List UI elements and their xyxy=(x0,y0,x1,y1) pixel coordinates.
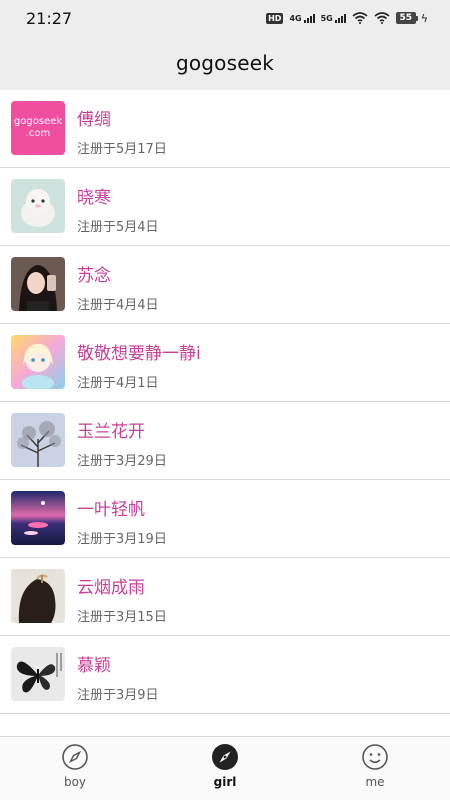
compass-outline-icon xyxy=(61,743,89,771)
user-name: 晓寒 xyxy=(77,188,111,208)
list-item[interactable]: 云烟成雨 注册于3月15日 xyxy=(0,558,450,636)
avatar-woman-back xyxy=(11,569,65,623)
app-header: gogoseek xyxy=(0,36,450,90)
user-name: 敬敬想要静一静i xyxy=(77,344,201,364)
page-title: gogoseek xyxy=(175,51,275,75)
registration-date: 注册于4月4日 xyxy=(77,298,159,313)
compass-filled-icon xyxy=(211,743,239,771)
tab-boy[interactable]: boy xyxy=(0,737,150,800)
list-item[interactable]: 玉兰花开 注册于3月29日 xyxy=(0,402,450,480)
tab-label: boy xyxy=(63,775,87,789)
registration-date: 注册于3月15日 xyxy=(77,610,167,625)
user-name: 傅绸 xyxy=(77,110,111,130)
smiley-icon xyxy=(361,743,389,771)
avatar-gogoseek-logo: gogoseek .com xyxy=(11,101,65,155)
list-item[interactable]: gogoseek .com 傅绸 注册于5月17日 xyxy=(0,90,450,168)
avatar-tree-sky xyxy=(11,413,65,467)
registration-date: 注册于5月4日 xyxy=(77,220,159,235)
user-name: 玉兰花开 xyxy=(77,422,145,442)
wifi-icon xyxy=(352,12,368,24)
avatar-girl-selfie xyxy=(11,257,65,311)
tab-label: girl xyxy=(213,775,237,789)
list-item[interactable]: 苏念 注册于4月4日 xyxy=(0,246,450,324)
user-name: 苏念 xyxy=(77,266,111,286)
avatar-plush-toy xyxy=(11,179,65,233)
tab-label: me xyxy=(365,775,385,789)
signal-4g-icon: 4G xyxy=(289,13,315,23)
user-name: 云烟成雨 xyxy=(77,578,145,598)
status-time: 21:27 xyxy=(26,8,73,28)
tab-girl[interactable]: girl xyxy=(150,737,300,800)
registration-date: 注册于5月17日 xyxy=(77,142,167,157)
registration-date: 注册于3月19日 xyxy=(77,532,167,547)
status-bar: 21:27 HD 4G 5G 55 ϟ xyxy=(0,0,450,36)
user-name: 慕颖 xyxy=(77,656,111,676)
list-item[interactable]: 一叶轻帆 注册于3月19日 xyxy=(0,480,450,558)
avatar-butterfly xyxy=(11,647,65,701)
charging-icon: ϟ xyxy=(420,11,428,25)
battery-icon: 55 ϟ xyxy=(395,11,428,25)
hd-icon: HD xyxy=(266,12,284,24)
avatar-anime-girl xyxy=(11,335,65,389)
registration-date: 注册于3月9日 xyxy=(77,688,159,703)
user-list[interactable]: gogoseek .com 傅绸 注册于5月17日 晓寒 注册于5月4日 苏念 … xyxy=(0,90,450,736)
bottom-tab-bar: boy girl me xyxy=(0,736,450,800)
registration-date: 注册于3月29日 xyxy=(77,454,167,469)
signal-5g-icon: 5G xyxy=(321,13,346,23)
user-name: 一叶轻帆 xyxy=(77,500,145,520)
status-icons: HD 4G 5G 55 ϟ xyxy=(266,12,428,25)
list-item[interactable]: 慕颖 注册于3月9日 xyxy=(0,636,450,714)
list-item[interactable]: 敬敬想要静一静i 注册于4月1日 xyxy=(0,324,450,402)
list-item[interactable]: 晓寒 注册于5月4日 xyxy=(0,168,450,246)
registration-date: 注册于4月1日 xyxy=(77,376,159,391)
tab-me[interactable]: me xyxy=(300,737,450,800)
avatar-sunset-water xyxy=(11,491,65,545)
wifi-icon xyxy=(374,12,390,24)
